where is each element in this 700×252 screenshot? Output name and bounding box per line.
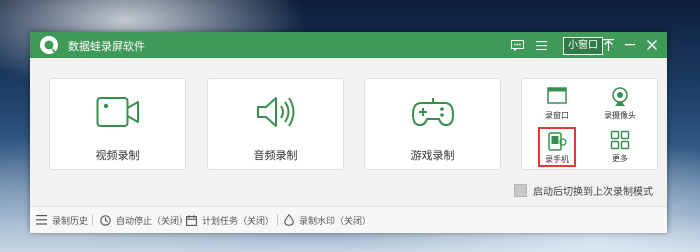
watermark-label: 录制水印（关闭）	[299, 216, 372, 227]
video-camera-icon	[96, 95, 140, 133]
title-bar[interactable]: 数据蛙录屏软件 小窗口	[30, 32, 667, 58]
auto-switch-checkbox[interactable]	[514, 183, 527, 197]
status-divider	[180, 214, 181, 226]
game-record-label: 游戏录制	[410, 149, 455, 162]
record-window-label: 录窗口	[545, 111, 569, 120]
record-window-button[interactable]: 录窗口	[528, 84, 586, 122]
audio-record-card[interactable]: 音频录制	[207, 78, 344, 170]
status-divider	[277, 214, 278, 226]
record-history-label: 录制历史	[52, 216, 89, 227]
gamepad-icon	[411, 95, 455, 133]
scheduled-task-label: 计划任务（关闭）	[202, 216, 275, 227]
auto-switch-option[interactable]: 启动后切换到上次录制模式	[514, 183, 653, 198]
auto-stop-label: 自动停止（关闭）	[116, 216, 189, 227]
record-webcam-button[interactable]: 录摄像头	[591, 84, 649, 122]
record-webcam-label: 录摄像头	[604, 111, 636, 120]
clock-icon	[100, 214, 111, 226]
app-window: 数据蛙录屏软件 小窗口 视频录制 音频录制 游戏录制 录窗口 录摄像头 录手机 …	[30, 32, 667, 233]
phone-icon	[547, 132, 567, 156]
chat-icon[interactable]	[508, 32, 526, 58]
watermark-button[interactable]: 录制水印（关闭）	[284, 213, 371, 227]
app-title: 数据蛙录屏软件	[68, 40, 145, 53]
auto-stop-button[interactable]: 自动停止（关闭）	[100, 213, 188, 227]
game-record-card[interactable]: 游戏录制	[364, 78, 501, 170]
quick-tools-panel: 录窗口 录摄像头 录手机 更多	[521, 78, 658, 170]
auto-switch-label: 启动后切换到上次录制模式	[533, 186, 653, 198]
more-tools-label: 更多	[612, 154, 628, 163]
menu-icon[interactable]	[532, 32, 550, 58]
calendar-icon	[186, 214, 197, 226]
webcam-icon	[610, 87, 630, 111]
status-bar: 录制历史 自动停止（关闭） 计划任务（关闭） 录制水印（关闭）	[30, 206, 667, 233]
record-phone-label: 录手机	[545, 155, 569, 164]
record-phone-button[interactable]: 录手机	[538, 127, 576, 167]
watermark-icon	[284, 214, 294, 226]
mini-window-button[interactable]: 小窗口	[563, 37, 603, 55]
record-history-button[interactable]: 录制历史	[36, 213, 88, 227]
video-record-card[interactable]: 视频录制	[49, 78, 186, 170]
window-icon	[547, 87, 567, 109]
minimize-icon[interactable]	[622, 32, 638, 58]
app-logo-icon	[39, 35, 59, 55]
speaker-icon	[254, 95, 298, 133]
scheduled-task-button[interactable]: 计划任务（关闭）	[186, 213, 274, 227]
close-icon[interactable]	[644, 32, 660, 58]
video-record-label: 视频录制	[95, 149, 140, 162]
more-tools-button[interactable]: 更多	[591, 127, 649, 165]
grid-icon	[610, 130, 630, 154]
list-icon	[36, 215, 47, 225]
status-divider	[92, 214, 93, 226]
audio-record-label: 音频录制	[253, 149, 298, 162]
pin-icon[interactable]	[600, 32, 616, 58]
